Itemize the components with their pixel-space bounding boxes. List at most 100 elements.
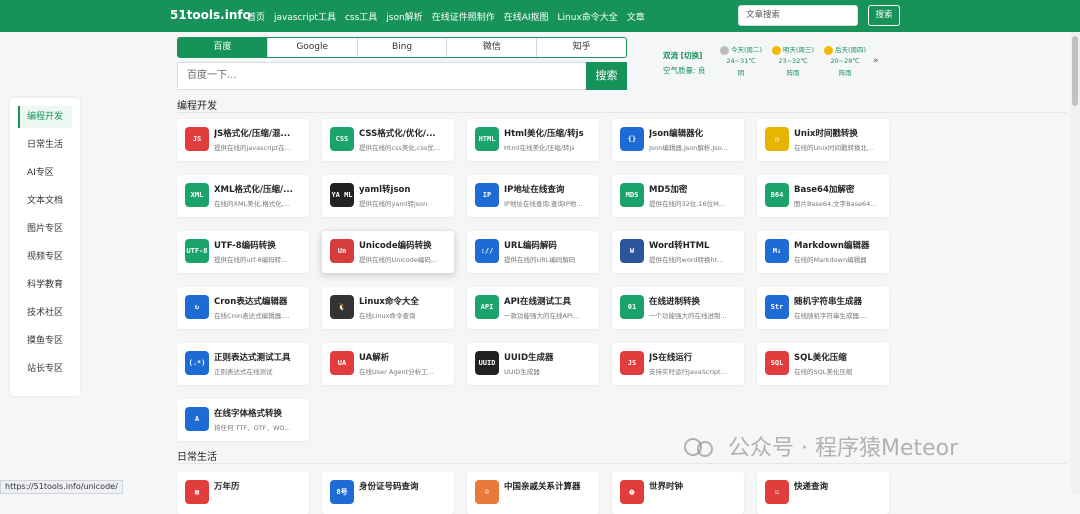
tool-card[interactable]: ◷ Unix时间戳转换 在线的Unix时间戳转换北... bbox=[757, 119, 889, 161]
tool-title: MD5加密 bbox=[649, 185, 688, 195]
weather-temp: 23~32℃ bbox=[778, 56, 808, 65]
tool-card[interactable]: A 在线字体格式转换 将任何 TTF、OTF、WO... bbox=[177, 399, 309, 441]
sidebar-item-ai[interactable]: AI专区 bbox=[18, 162, 72, 184]
tool-description: 在线的Markdown编辑器 bbox=[794, 256, 867, 264]
tool-card[interactable]: 01 在线进制转换 一个功能强大的在线进制... bbox=[612, 287, 744, 329]
tool-card[interactable]: API API在线测试工具 一款功能强大的在线API... bbox=[467, 287, 599, 329]
nav-javascript-tools[interactable]: javascript工具 bbox=[274, 10, 336, 23]
base64-icon: B64 bbox=[765, 183, 789, 207]
utf8-icon: UTF-8 bbox=[185, 239, 209, 263]
nav-home[interactable]: 首页 bbox=[247, 10, 265, 23]
id-card-icon: 8号 bbox=[330, 480, 354, 504]
engine-search-button[interactable]: 搜索 bbox=[586, 62, 627, 90]
tab-bing[interactable]: Bing bbox=[358, 38, 448, 57]
nav-articles[interactable]: 文章 bbox=[627, 10, 645, 23]
tool-card[interactable]: ☺ 中国亲戚关系计算器 bbox=[467, 472, 599, 514]
tool-title: SQL美化压缩 bbox=[794, 353, 847, 363]
tool-description: IP地址在线查询,查询IP地... bbox=[504, 200, 583, 208]
tool-card[interactable]: CSS CSS格式化/优化/... 提供在线的css美化,css优... bbox=[322, 119, 454, 161]
sidebar-item-daily[interactable]: 日常生活 bbox=[18, 134, 72, 156]
tool-card[interactable]: {} Json编辑器化 Json编辑器,Json解析,Jso... bbox=[612, 119, 744, 161]
yaml-icon: YA ML bbox=[330, 183, 354, 207]
tool-description: 提供在线的Unicode编码... bbox=[359, 256, 438, 264]
nav-id-photo[interactable]: 在线证件照制作 bbox=[432, 10, 495, 23]
nav-css-tools[interactable]: css工具 bbox=[345, 10, 377, 23]
tool-card[interactable]: W Word转HTML 提供在线的word转换ht... bbox=[612, 231, 744, 273]
scrollbar-thumb[interactable] bbox=[1072, 36, 1078, 106]
tool-card[interactable]: Un Unicode编码转换 提供在线的Unicode编码... bbox=[322, 231, 454, 273]
weather-cond: 阴 bbox=[737, 68, 745, 77]
tool-card[interactable]: MD5 MD5加密 提供在线的32位,16位M... bbox=[612, 175, 744, 217]
category-sidebar: 编程开发 日常生活 AI专区 文本文档 图片专区 视频专区 科学教育 技术社区 … bbox=[10, 98, 80, 396]
weather-day: 后天(周四) 20~28℃ 阵雨 bbox=[819, 44, 871, 77]
tool-card[interactable]: B64 Base64加解密 图片Base64,文字Base64... bbox=[757, 175, 889, 217]
tool-card[interactable]: SQL SQL美化压缩 在线的SQL美化压缩 bbox=[757, 343, 889, 385]
tool-title: UTF-8编码转换 bbox=[214, 241, 276, 251]
tool-title: 万年历 bbox=[214, 482, 240, 492]
tool-card[interactable]: 8号 身份证号码查询 bbox=[322, 472, 454, 514]
engine-search-input[interactable]: 百度一下... bbox=[177, 62, 587, 90]
tool-card[interactable]: Str 随机字符串生成器 在线随机字符串生成器,... bbox=[757, 287, 889, 329]
weather-more-icon[interactable]: » bbox=[873, 56, 879, 66]
tool-card[interactable]: UUID UUID生成器 UUID生成器 bbox=[467, 343, 599, 385]
tool-card[interactable]: HTML Html美化/压缩/转js Html在线美化/压缩/转js bbox=[467, 119, 599, 161]
tool-card[interactable]: JS JS在线运行 支持实时运行JavaScript... bbox=[612, 343, 744, 385]
sidebar-item-image[interactable]: 图片专区 bbox=[18, 218, 72, 240]
tab-google[interactable]: Google bbox=[268, 38, 358, 57]
tool-card[interactable]: XML XML格式化/压缩/... 在线的XML美化,格式化,... bbox=[177, 175, 309, 217]
nav-linux[interactable]: Linux命令大全 bbox=[558, 10, 618, 23]
sidebar-item-video[interactable]: 视频专区 bbox=[18, 246, 72, 268]
tool-description: UUID生成器 bbox=[504, 368, 540, 376]
binary-icon: 01 bbox=[620, 295, 644, 319]
weather-cond: 阵雨 bbox=[786, 68, 800, 77]
tool-card[interactable]: (.*) 正则表达式测试工具 正则表达式在线测试 bbox=[177, 343, 309, 385]
tool-card[interactable]: ⏰ 世界时钟 bbox=[612, 472, 744, 514]
tool-card[interactable]: IP IP地址在线查询 IP地址在线查询,查询IP地... bbox=[467, 175, 599, 217]
tool-title: 在线进制转换 bbox=[649, 297, 701, 307]
nav-ai-cutout[interactable]: 在线AI抠图 bbox=[504, 10, 549, 23]
tool-title: 随机字符串生成器 bbox=[794, 297, 863, 307]
regex-icon: (.*) bbox=[185, 351, 209, 375]
sidebar-item-science[interactable]: 科学教育 bbox=[18, 274, 72, 296]
uuid-icon: UUID bbox=[475, 351, 499, 375]
top-navbar: 51tools.info 首页 javascript工具 css工具 json解… bbox=[0, 0, 1080, 32]
wechat-logo-icon bbox=[684, 438, 713, 457]
tool-title: UUID生成器 bbox=[504, 353, 554, 363]
tab-baidu[interactable]: 百度 bbox=[178, 38, 268, 57]
weather-city[interactable]: 双流 [切换] bbox=[663, 50, 702, 61]
tool-title: Base64加解密 bbox=[794, 185, 855, 195]
sidebar-item-fun[interactable]: 摸鱼专区 bbox=[18, 330, 72, 352]
nav-json[interactable]: json解析 bbox=[386, 10, 422, 23]
article-search-button[interactable]: 搜索 bbox=[868, 5, 900, 26]
js-icon: JS bbox=[185, 127, 209, 151]
api-icon: API bbox=[475, 295, 499, 319]
sidebar-item-webmaster[interactable]: 站长专区 bbox=[18, 358, 72, 380]
article-search-input[interactable]: 文章搜索 bbox=[738, 5, 858, 26]
tool-description: 将任何 TTF、OTF、WO... bbox=[214, 424, 291, 432]
site-logo[interactable]: 51tools.info bbox=[170, 8, 251, 22]
tool-title: Unix时间戳转换 bbox=[794, 129, 858, 139]
tool-card[interactable]: YA ML yaml转json 提供在线的yaml转json bbox=[322, 175, 454, 217]
sidebar-item-dev[interactable]: 编程开发 bbox=[18, 106, 72, 128]
weather-day-label: 明天(周三) bbox=[782, 46, 815, 54]
tool-card[interactable]: ▦ 万年历 bbox=[177, 472, 309, 514]
tool-description: Json编辑器,Json解析,Jso... bbox=[649, 144, 728, 152]
tool-card[interactable]: UTF-8 UTF-8编码转换 提供在线的utf-8编码转... bbox=[177, 231, 309, 273]
tool-title: Json编辑器化 bbox=[649, 129, 704, 139]
sql-icon: SQL bbox=[765, 351, 789, 375]
tool-card[interactable]: M↓ Markdown编辑器 在线的Markdown编辑器 bbox=[757, 231, 889, 273]
tool-card[interactable]: ↻ Cron表达式编辑器 在线Cron表达式编辑器,... bbox=[177, 287, 309, 329]
weather-temp: 24~31℃ bbox=[726, 56, 756, 65]
tab-wechat[interactable]: 微信 bbox=[447, 38, 538, 57]
tool-card[interactable]: ☑ 快递查询 bbox=[757, 472, 889, 514]
sidebar-item-tech[interactable]: 技术社区 bbox=[18, 302, 72, 324]
tool-card[interactable]: UA UA解析 在线User Agent分析工... bbox=[322, 343, 454, 385]
tool-card[interactable]: JS JS格式化/压缩/混... 提供在线的javascript在... bbox=[177, 119, 309, 161]
section-title-dev: 编程开发 bbox=[177, 101, 217, 112]
tab-zhihu[interactable]: 知乎 bbox=[537, 38, 626, 57]
tool-description: 在线的Unix时间戳转换北... bbox=[794, 144, 874, 152]
tool-card[interactable]: 🐧 Linux命令大全 在线Linux命令查询 bbox=[322, 287, 454, 329]
html-icon: HTML bbox=[475, 127, 499, 151]
tool-card[interactable]: :// URL编码解码 提供在线的URL编码解码 bbox=[467, 231, 599, 273]
sidebar-item-text[interactable]: 文本文档 bbox=[18, 190, 72, 212]
